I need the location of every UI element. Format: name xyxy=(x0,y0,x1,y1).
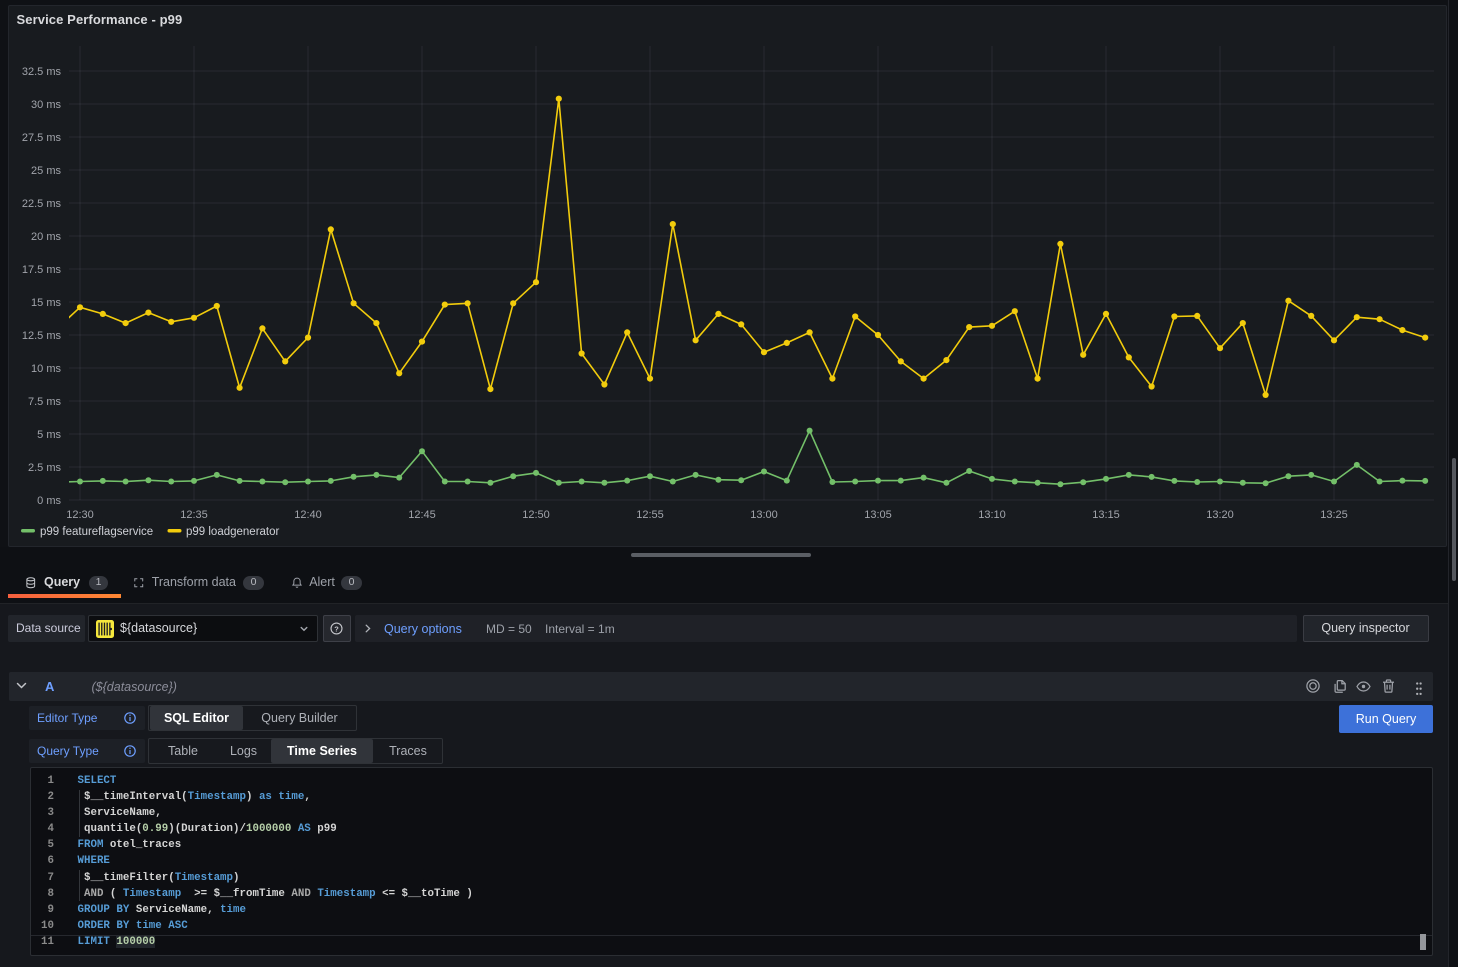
svg-text:5 ms: 5 ms xyxy=(37,429,61,441)
svg-text:?: ? xyxy=(334,624,339,633)
svg-text:0 ms: 0 ms xyxy=(37,495,61,507)
svg-text:p99 featureflagservice: p99 featureflagservice xyxy=(40,526,153,538)
svg-text:25 ms: 25 ms xyxy=(31,165,61,177)
svg-text:27.5 ms: 27.5 ms xyxy=(22,132,62,144)
svg-text:12:30: 12:30 xyxy=(66,509,94,521)
svg-text:13:05: 13:05 xyxy=(864,509,892,521)
svg-text:7.5 ms: 7.5 ms xyxy=(28,396,62,408)
svg-text:22.5 ms: 22.5 ms xyxy=(22,198,62,210)
svg-text:30 ms: 30 ms xyxy=(31,99,61,111)
svg-text:13:10: 13:10 xyxy=(978,509,1006,521)
svg-text:2.5 ms: 2.5 ms xyxy=(28,462,62,474)
svg-text:10 ms: 10 ms xyxy=(31,363,61,375)
svg-text:12:45: 12:45 xyxy=(408,509,436,521)
svg-text:32.5 ms: 32.5 ms xyxy=(22,66,62,78)
svg-text:13:20: 13:20 xyxy=(1206,509,1234,521)
svg-text:17.5 ms: 17.5 ms xyxy=(22,264,62,276)
svg-text:13:25: 13:25 xyxy=(1320,509,1348,521)
svg-text:13:15: 13:15 xyxy=(1092,509,1120,521)
svg-text:20 ms: 20 ms xyxy=(31,231,61,243)
svg-text:13:00: 13:00 xyxy=(750,509,778,521)
svg-text:p99 loadgenerator: p99 loadgenerator xyxy=(186,526,280,538)
svg-text:12:40: 12:40 xyxy=(294,509,322,521)
svg-text:12:55: 12:55 xyxy=(636,509,664,521)
svg-text:12:50: 12:50 xyxy=(522,509,550,521)
svg-text:15 ms: 15 ms xyxy=(31,297,61,309)
svg-text:12.5 ms: 12.5 ms xyxy=(22,330,62,342)
svg-text:12:35: 12:35 xyxy=(180,509,208,521)
